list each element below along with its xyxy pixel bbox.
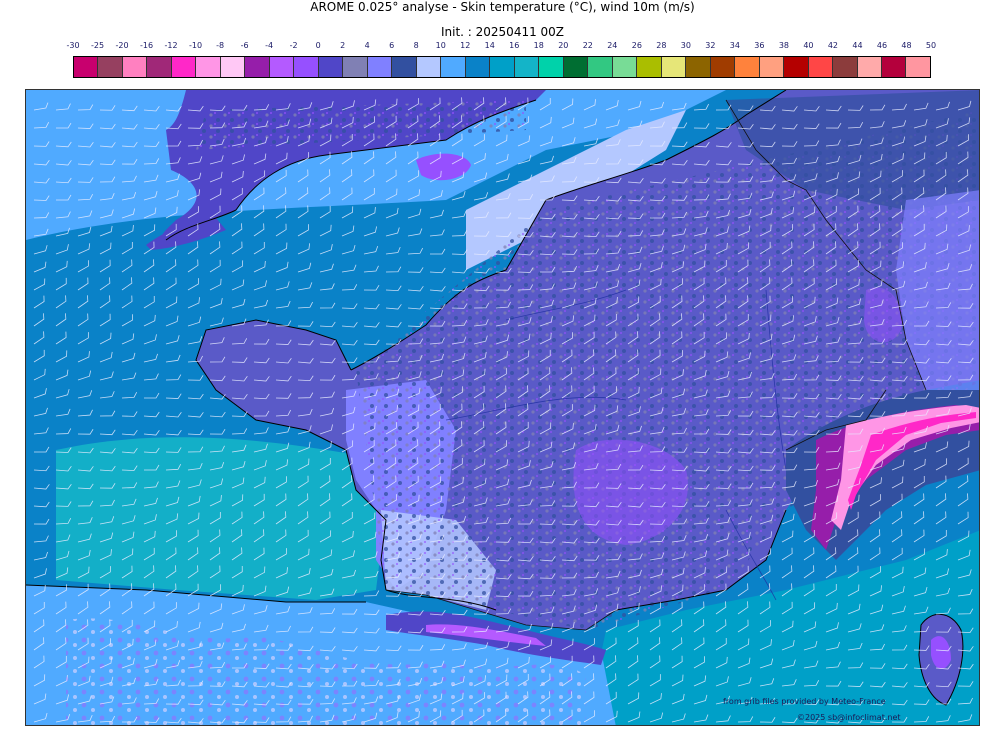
wind-barb [979,390,980,398]
colorbar-tick-label: 36 [754,41,765,50]
colorbar-tick-label: 26 [631,41,642,50]
colorbar-tick-label: 44 [852,41,863,50]
colorbar-tick-label: -12 [164,41,178,50]
colorbar-tick-label: 0 [315,41,321,50]
colorbar-tick-label: 50 [925,41,937,50]
colorbar-tick-label: 16 [509,41,520,50]
colorbar-tick-label: 12 [460,41,471,50]
colorbar-swatch [196,57,221,77]
colorbar-tick-label: 32 [705,41,716,50]
colorbar-swatch [563,57,589,77]
colorbar-tick-label: 20 [558,41,569,50]
colorbar-swatch [833,57,858,77]
colorbar-swatch [735,57,760,77]
colorbar-swatch [686,57,711,77]
colorbar-tick-label: 2 [340,41,346,50]
colorbar-swatch [490,57,515,77]
colorbar-swatch [416,57,442,77]
colorbar-swatch [367,57,393,77]
colorbar-swatch [220,57,246,77]
colorbar-swatch [245,57,270,77]
colorbar-tick-label: 24 [607,41,618,50]
colorbar-tick-label: 30 [680,41,691,50]
colorbar-swatch [539,57,564,77]
colorbar-tick-label: -30 [66,41,80,50]
colorbar-tick-label: 22 [582,41,593,50]
colorbar-swatch [122,57,148,77]
colorbar-tick-label: -6 [240,41,249,50]
wind-barb [979,265,980,272]
colorbar-tick-label: 48 [901,41,912,50]
colorbar-swatch [637,57,662,77]
data-source-credit: from grib files provided by Meteo-France [723,697,886,706]
colorbar-tick-label: -4 [265,41,274,50]
colorbar-swatch [881,57,907,77]
colorbar-tick-label: 18 [533,41,544,50]
colorbar-swatch [343,57,368,77]
colorbar-tick-label: 6 [389,41,395,50]
colorbar-swatch [857,57,882,77]
colorbar-tick-label: -25 [90,41,105,50]
colorbar-tick-label: 8 [413,41,419,50]
colorbar-tick-label: -10 [189,41,203,50]
colorbar-swatch [514,57,540,77]
colorbar-swatch [147,57,172,77]
colorbar-swatch [906,57,930,77]
colorbar-swatch [710,57,736,77]
colorbar-tick-label: 42 [827,41,839,50]
bay-of-biscay [56,437,386,600]
colorbar-swatch [171,57,197,77]
colorbar-tick-label: -2 [289,41,298,50]
colorbar-swatch [588,57,613,77]
colorbar-tick-label: -20 [115,41,129,50]
colorbar-tick-label: 4 [364,41,370,50]
temperature-colorbar [73,56,931,78]
colorbar-swatch [465,57,491,77]
colorbar-tick-label: 10 [435,41,446,50]
colorbar-swatch [98,57,123,77]
colorbar-swatch [269,57,295,77]
colorbar-swatch [318,57,344,77]
wind-barb [979,697,980,704]
colorbar-tick-label: -16 [139,41,154,50]
colorbar-swatch [759,57,785,77]
colorbar-tick-label: 14 [484,41,495,50]
colorbar-tick-label: 28 [656,41,667,50]
copyright-credit: ©2025 sb@infoclimat.net [797,713,901,722]
colorbar-tick-label: 34 [729,41,740,50]
colorbar-swatch [74,57,99,77]
colorbar-swatch [294,57,319,77]
colorbar-swatch [784,57,809,77]
colorbar-swatch [661,57,687,77]
colorbar-tick-label: 40 [803,41,814,50]
colorbar-swatch [808,57,834,77]
colorbar-tick-label: 38 [778,41,789,50]
init-time: Init. : 20250411 00Z [440,25,565,39]
colorbar-swatch [392,57,417,77]
colorbar-tick-label: 46 [876,41,888,50]
wind-barb [979,570,980,578]
colorbar-swatch [441,57,466,77]
colorbar-swatch [612,57,638,77]
chart-title: AROME 0.025° analyse - Skin temperature … [310,0,695,14]
colorbar-tick-labels: -30 -25 -20 -16 -12 -10 -8 -6 -4 -2 0 2 4 6 8 10 12 14 16 1… [60,41,945,53]
colorbar-tick-label: -8 [216,41,225,50]
weather-map [25,89,980,726]
